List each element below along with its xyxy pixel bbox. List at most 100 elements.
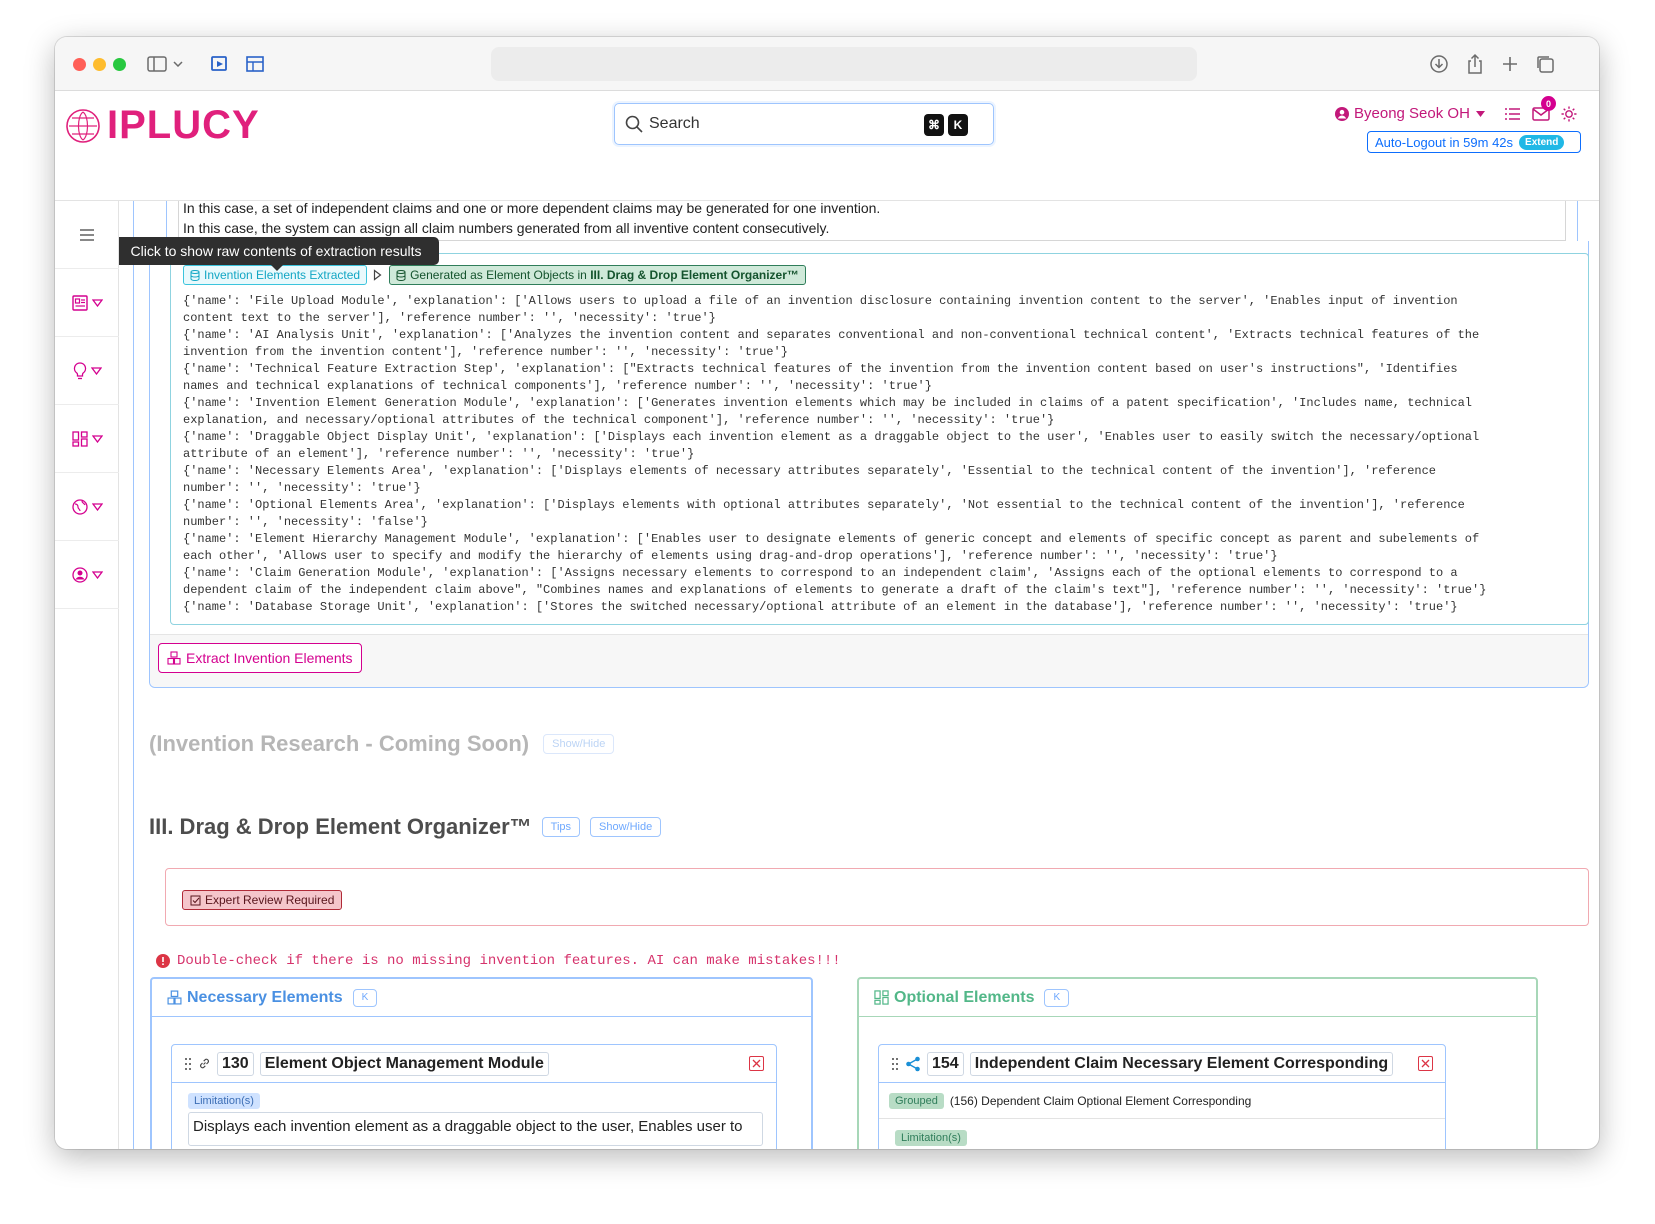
delete-element-button[interactable] bbox=[1418, 1056, 1433, 1071]
raw-results-box[interactable]: Invention Elements Extracted Generated a… bbox=[170, 253, 1589, 625]
app-logo[interactable]: IPLUCY bbox=[65, 103, 260, 148]
element-card[interactable]: 130 Element Object Management Module Lim… bbox=[171, 1044, 777, 1149]
sidebar-item-document[interactable] bbox=[55, 269, 119, 337]
main-content: In this case, a set of independent claim… bbox=[119, 201, 1599, 1149]
prompt-line-1: In this case, a set of independent claim… bbox=[183, 201, 881, 216]
link-icon[interactable] bbox=[198, 1057, 211, 1070]
user-circle-icon bbox=[71, 566, 88, 583]
research-title: (Invention Research - Coming Soon) bbox=[149, 731, 530, 756]
tooltip-text: Click to show raw contents of extraction… bbox=[130, 243, 422, 259]
element-name[interactable]: Independent Claim Necessary Element Corr… bbox=[969, 1051, 1394, 1076]
caret-down-icon bbox=[1475, 110, 1485, 117]
limitation-text-field[interactable]: Displays each invention element as a dra… bbox=[188, 1112, 763, 1146]
sidebar-item-account[interactable] bbox=[55, 541, 119, 609]
optional-panel-title: Optional Elements bbox=[894, 988, 1035, 1006]
close-icon bbox=[1421, 1059, 1430, 1068]
extension-table-icon[interactable] bbox=[243, 52, 267, 76]
drag-handle-icon[interactable] bbox=[184, 1057, 192, 1071]
user-icon bbox=[1335, 106, 1349, 121]
element-card[interactable]: 154 Independent Claim Necessary Element … bbox=[878, 1044, 1446, 1149]
search-placeholder: Search bbox=[649, 115, 700, 132]
browser-toolbar bbox=[55, 37, 1599, 91]
user-menu[interactable]: Byeong Seok OH bbox=[1335, 105, 1485, 122]
raw-result-line: dependent claim of the independent claim… bbox=[183, 583, 1487, 597]
theme-sun-icon[interactable] bbox=[1561, 106, 1577, 127]
inbox-icon[interactable]: 0 bbox=[1532, 96, 1556, 126]
ai-warning-text: Double-check if there is no missing inve… bbox=[177, 953, 841, 969]
raw-result-line: {'name': 'AI Analysis Unit', 'explanatio… bbox=[183, 328, 1480, 342]
element-name[interactable]: Element Object Management Module bbox=[259, 1051, 549, 1076]
search-icon bbox=[625, 115, 643, 133]
minimize-window-button[interactable] bbox=[93, 58, 106, 71]
boxes-icon bbox=[167, 651, 181, 665]
necessary-collapse-button[interactable]: K bbox=[352, 988, 378, 1007]
sidebar-item-global[interactable] bbox=[55, 473, 119, 541]
chevron-down-icon[interactable] bbox=[171, 52, 185, 76]
optional-panel-header: Optional Elements K bbox=[859, 979, 1536, 1017]
optional-collapse-button[interactable]: K bbox=[1044, 988, 1070, 1007]
research-section-header: (Invention Research - Coming Soon) Show/… bbox=[149, 731, 615, 757]
limitation-label: Limitation(s) bbox=[895, 1130, 967, 1146]
list-icon[interactable] bbox=[1504, 107, 1520, 126]
sidebar-item-idea[interactable] bbox=[55, 337, 119, 405]
share-nodes-icon[interactable] bbox=[905, 1056, 921, 1072]
boxes-icon bbox=[167, 990, 182, 1005]
search-input[interactable]: Search ⌘ K bbox=[614, 103, 994, 145]
caret-down-outline-icon bbox=[91, 502, 103, 511]
generated-badge[interactable]: Generated as Element Objects in III. Dra… bbox=[389, 265, 806, 285]
raw-result-line: explanation, and necessary/optional attr… bbox=[183, 413, 1055, 427]
database-icon bbox=[190, 269, 200, 281]
maximize-window-button[interactable] bbox=[113, 58, 126, 71]
organizer-toggle-button[interactable]: Show/Hide bbox=[590, 817, 662, 837]
generated-badge-prefix: Generated as Element Objects in bbox=[410, 268, 591, 282]
close-icon bbox=[752, 1059, 761, 1068]
raw-result-line: {'name': 'Necessary Elements Area', 'exp… bbox=[183, 464, 1437, 478]
caret-down-outline-icon bbox=[91, 570, 103, 579]
sidebar-menu-toggle[interactable] bbox=[55, 201, 119, 269]
raw-result-line: number': '', 'necessity': 'true'} bbox=[183, 481, 421, 495]
arrow-right-icon bbox=[373, 269, 382, 281]
delete-element-button[interactable] bbox=[749, 1056, 764, 1071]
research-toggle-button[interactable]: Show/Hide bbox=[543, 734, 615, 754]
logo-text: IPLUCY bbox=[107, 103, 260, 147]
extension-play-icon[interactable] bbox=[208, 52, 232, 76]
caret-down-outline-icon bbox=[91, 434, 103, 443]
browser-window: IPLUCY Search ⌘ K Byeong Seok OH 0 Auto-… bbox=[55, 37, 1599, 1149]
download-icon[interactable] bbox=[1427, 52, 1451, 76]
organizer-tips-button[interactable]: Tips bbox=[541, 817, 581, 837]
raw-result-line: {'name': 'Element Hierarchy Management M… bbox=[183, 532, 1480, 546]
address-bar[interactable] bbox=[491, 47, 1197, 81]
new-tab-icon[interactable] bbox=[1498, 52, 1522, 76]
exclamation-circle-icon bbox=[156, 954, 170, 968]
globe-icon bbox=[71, 498, 88, 515]
extend-session-button[interactable]: Extend bbox=[1519, 134, 1565, 150]
share-icon[interactable] bbox=[1463, 52, 1487, 76]
tab-overview-icon[interactable] bbox=[1533, 52, 1557, 76]
limitation-label: Limitation(s) bbox=[188, 1093, 260, 1109]
organizer-section-header: III. Drag & Drop Element Organizer™ Tips… bbox=[149, 814, 662, 840]
sidebar-item-organizer[interactable] bbox=[55, 405, 119, 473]
sidebar-toggle-icon[interactable] bbox=[145, 52, 169, 76]
grouped-text: (156) Dependent Claim Optional Element C… bbox=[949, 1093, 1252, 1108]
element-card-header: 130 Element Object Management Module bbox=[172, 1045, 776, 1083]
generated-badge-target: III. Drag & Drop Element Organizer™ bbox=[590, 268, 799, 282]
document-list-icon bbox=[71, 294, 88, 311]
review-required-badge[interactable]: Expert Review Required bbox=[182, 890, 343, 910]
user-name: Byeong Seok OH bbox=[1354, 105, 1470, 122]
grid-icon bbox=[71, 430, 88, 447]
raw-result-line: {'name': 'Technical Feature Extraction S… bbox=[183, 362, 1458, 376]
shortcut-k-key: K bbox=[948, 114, 968, 136]
element-number[interactable]: 154 bbox=[927, 1051, 964, 1076]
close-window-button[interactable] bbox=[73, 58, 86, 71]
notification-badge: 0 bbox=[1541, 96, 1556, 111]
limitation-text: Displays each invention element as a dra… bbox=[193, 1118, 743, 1135]
left-sidebar bbox=[55, 201, 119, 1149]
ai-warning: Double-check if there is no missing inve… bbox=[156, 953, 841, 969]
database-icon bbox=[396, 269, 406, 281]
app-header: IPLUCY Search ⌘ K Byeong Seok OH 0 Auto-… bbox=[55, 91, 1599, 201]
drag-handle-icon[interactable] bbox=[891, 1057, 899, 1071]
prompt-text-box: In this case, a set of independent claim… bbox=[178, 201, 1566, 241]
element-number[interactable]: 130 bbox=[217, 1051, 254, 1076]
extract-elements-button[interactable]: Extract Invention Elements bbox=[158, 643, 362, 673]
section-guide-line bbox=[133, 201, 134, 1149]
